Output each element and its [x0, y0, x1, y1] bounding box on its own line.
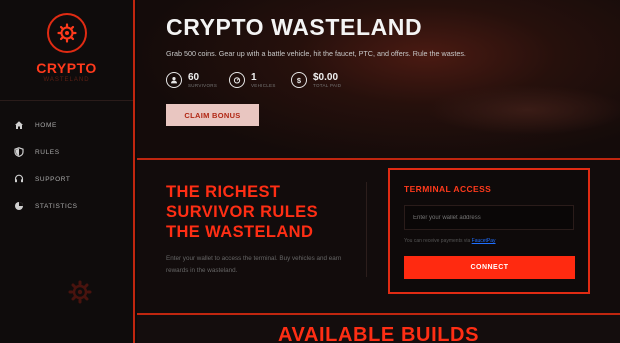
- logo[interactable]: [47, 13, 87, 53]
- hero-banner: CRYPTO WASTELAND Grab 500 coins. Gear up…: [137, 0, 620, 158]
- stat-total-paid: $ $0.00 TOTAL PAID: [291, 72, 341, 88]
- sidebar-item-label: HOME: [35, 121, 57, 129]
- wallet-address-input[interactable]: [404, 205, 574, 230]
- sidebar-item-label: SUPPORT: [35, 175, 71, 183]
- gear-icon: [57, 23, 77, 43]
- svg-text:$: $: [297, 76, 302, 84]
- payment-note: You can receive payments via FaucetPay: [404, 238, 496, 244]
- sidebar-divider: [0, 100, 133, 101]
- promo-headline-line: THE WASTELAND: [166, 223, 314, 241]
- stat-vehicles: 1 VEHICLES: [229, 72, 276, 88]
- payment-note-text: You can receive payments via: [404, 238, 471, 244]
- promo-headline-line: THE RICHEST: [166, 183, 281, 201]
- faucetpay-link[interactable]: FaucetPay: [472, 238, 496, 244]
- vehicle-background-image: [427, 85, 620, 135]
- stat-value: $0.00: [313, 71, 339, 83]
- sidebar-item-rules[interactable]: RULES: [14, 145, 60, 159]
- brand-subtitle: WASTELAND: [43, 77, 90, 83]
- promo-headline: THE RICHEST SURVIVOR RULES THE WASTELAND: [166, 182, 318, 242]
- stat-value: 60: [188, 71, 200, 83]
- sidebar-item-label: RULES: [35, 148, 60, 156]
- section-divider: [366, 182, 367, 277]
- sidebar-item-home[interactable]: HOME: [14, 118, 57, 132]
- page-title: CRYPTO WASTELAND: [166, 14, 423, 40]
- terminal-title: TERMINAL ACCESS: [404, 184, 492, 194]
- dollar-icon: $: [291, 72, 307, 88]
- stat-label: SURVIVORS: [188, 82, 218, 88]
- stat-label: VEHICLES: [251, 82, 276, 88]
- sidebar-item-label: STATISTICS: [35, 202, 78, 210]
- stat-label: TOTAL PAID: [313, 82, 342, 88]
- stat-value: 1: [251, 71, 257, 83]
- brand-title: CRYPTO: [36, 60, 97, 76]
- promo-headline-line: SURVIVOR RULES: [166, 203, 318, 221]
- gear-icon: [68, 280, 92, 304]
- terminal-access-panel: TERMINAL ACCESS You can receive payments…: [388, 168, 590, 294]
- promo-description: Enter your wallet to access the terminal…: [166, 255, 342, 274]
- access-section: THE RICHEST SURVIVOR RULES THE WASTELAND…: [137, 158, 620, 313]
- vehicle-icon: [229, 72, 245, 88]
- sidebar: CRYPTO WASTELAND HOME RULES SUPPORT STAT…: [0, 0, 135, 343]
- stat-survivors: 60 SURVIVORS: [166, 72, 217, 88]
- hero-description: Grab 500 coins. Gear up with a battle ve…: [166, 49, 466, 58]
- sidebar-item-support[interactable]: SUPPORT: [14, 172, 71, 186]
- builds-title: AVAILABLE BUILDS: [277, 324, 480, 343]
- builds-section: AVAILABLE BUILDS: [137, 313, 620, 343]
- shield-icon: [14, 147, 24, 157]
- sidebar-item-statistics[interactable]: STATISTICS: [14, 199, 78, 213]
- claim-bonus-button[interactable]: CLAIM BONUS: [166, 104, 259, 126]
- users-icon: [166, 72, 182, 88]
- headset-icon: [14, 174, 24, 183]
- home-icon: [15, 121, 23, 129]
- connect-button[interactable]: CONNECT: [404, 256, 575, 279]
- chart-icon: [15, 202, 23, 210]
